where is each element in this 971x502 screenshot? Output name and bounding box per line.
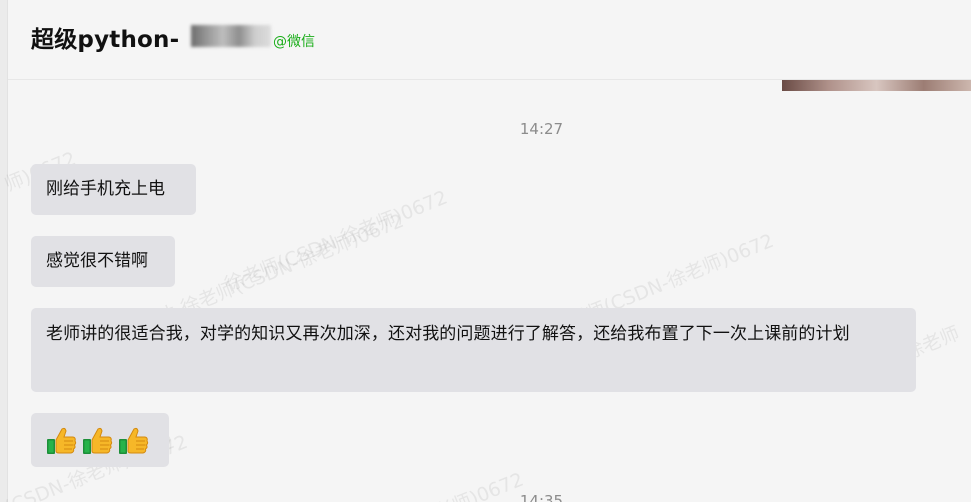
image-preview-edge[interactable] [782,80,971,91]
redacted-name [191,25,271,47]
thumbs-up-icon [117,425,150,457]
left-divider [0,0,8,502]
message-timestamp: 14:27 [519,120,564,138]
message-bubble[interactable]: 感觉很不错啊 [31,236,175,287]
source-tag: @微信 [273,34,315,50]
chat-window: 超级python- @微信 师)0672 徐老师(CSDN-徐老师)0672 C… [0,0,971,502]
chat-title[interactable]: 超级python- [31,20,179,54]
message-bubble-emoji[interactable] [31,413,169,467]
message-bubble[interactable]: 刚给手机充上电 [31,164,196,215]
thumbs-up-icon [45,425,78,457]
message-bubble[interactable]: 老师讲的很适合我，对学的知识又再次加深，还对我的问题进行了解答，还给我布置了下一… [31,308,916,392]
thumbs-up-icon [81,425,114,457]
watermark-text: 徐老师(CSDN-徐老师)0672 [221,186,451,297]
message-timestamp: 14:35 [519,492,564,502]
chat-header: 超级python- @微信 [8,0,971,80]
